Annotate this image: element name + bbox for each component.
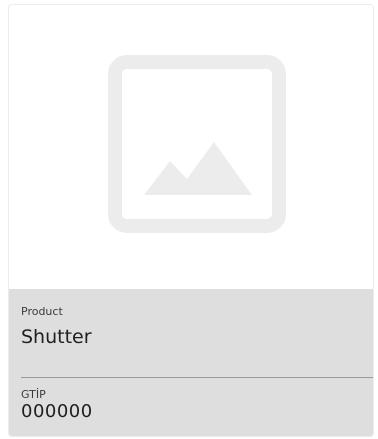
gtip-label: GTİP [21,388,46,401]
image-placeholder-icon [108,55,286,233]
product-name: Shutter [21,326,92,348]
product-card[interactable]: Product Shutter GTİP 000000 [8,4,374,437]
divider [21,377,373,378]
gtip-value: 000000 [21,401,93,422]
product-image-area [9,5,373,288]
product-label: Product [21,305,63,318]
product-info-panel: Product Shutter GTİP 000000 [9,289,373,436]
